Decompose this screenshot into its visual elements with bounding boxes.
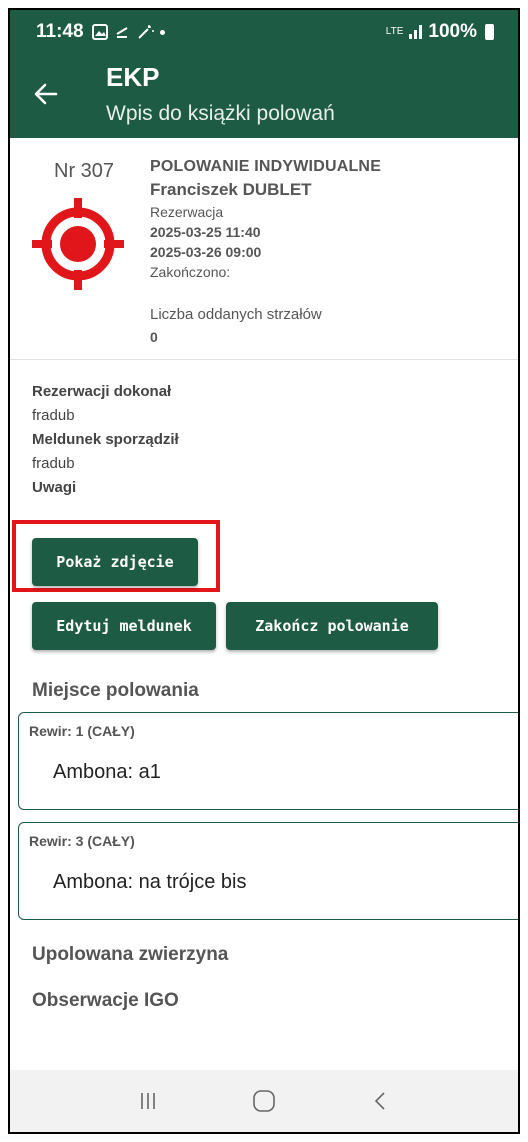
back-chevron-icon bbox=[374, 1092, 385, 1110]
phone-screen: 11:48 LTE 100% EKP Wpis do książki polow… bbox=[8, 8, 520, 1134]
ambona-label: Ambona: a1 bbox=[53, 761, 161, 783]
report-by-value: fradub bbox=[32, 455, 75, 472]
notes-label: Uwagi bbox=[32, 479, 77, 496]
hunt-details: Rezerwacji dokonał fradub Meldunek sporz… bbox=[32, 380, 179, 500]
status-bar: 11:48 LTE 100% bbox=[10, 10, 518, 54]
place-card[interactable]: Rewir: 3 (CAŁY) Ambona: na trójce bis bbox=[18, 822, 518, 920]
hunt-header: Nr 307 POLOWANIE INDYWIDUALNE Franciszek… bbox=[10, 138, 518, 360]
game-section-title[interactable]: Upolowana zwierzyna bbox=[32, 944, 228, 966]
dot-icon bbox=[159, 29, 165, 35]
target-icon bbox=[32, 198, 124, 290]
signal-icon bbox=[409, 25, 423, 39]
clock: 11:48 bbox=[36, 21, 84, 42]
edit-report-button[interactable]: Edytuj meldunek bbox=[32, 602, 216, 650]
rewir-label: Rewir: 1 (CAŁY) bbox=[29, 723, 135, 739]
back-arrow-icon[interactable] bbox=[32, 80, 60, 108]
rewir-label: Rewir: 3 (CAŁY) bbox=[29, 833, 135, 849]
show-photo-button[interactable]: Pokaż zdjęcie bbox=[32, 538, 198, 586]
reserved-by-value: fradub bbox=[32, 407, 75, 424]
app-subtitle: Wpis do książki polowań bbox=[106, 102, 335, 125]
end-hunt-button[interactable]: Zakończ polowanie bbox=[226, 602, 438, 650]
hunt-status: Rezerwacja bbox=[150, 204, 224, 220]
home-button[interactable] bbox=[244, 1081, 284, 1121]
places-title: Miejsce polowania bbox=[32, 680, 199, 701]
hunt-type: POLOWANIE INDYWIDUALNE bbox=[150, 158, 382, 175]
hunt-end: 2025-03-26 09:00 bbox=[150, 244, 262, 260]
back-button[interactable] bbox=[360, 1081, 400, 1121]
recents-button[interactable] bbox=[128, 1081, 168, 1121]
hunt-finished: Zakończono: bbox=[150, 264, 231, 280]
ambona-label: Ambona: na trójce bis bbox=[53, 871, 247, 893]
battery-icon bbox=[485, 24, 494, 40]
recents-icon bbox=[141, 1093, 155, 1109]
system-nav-bar bbox=[10, 1070, 518, 1132]
app-title: EKP bbox=[106, 62, 160, 92]
battery-level: 100% bbox=[428, 21, 477, 42]
hunter-name: Franciszek DUBLET bbox=[150, 180, 312, 199]
reserved-by-label: Rezerwacji dokonał bbox=[32, 383, 172, 400]
observations-section-title[interactable]: Obserwacje IGO bbox=[32, 990, 179, 1012]
report-by-label: Meldunek sporządził bbox=[32, 431, 179, 448]
hunt-number: Nr 307 bbox=[54, 160, 115, 182]
image-icon bbox=[91, 24, 108, 40]
hunt-info: POLOWANIE INDYWIDUALNE Franciszek DUBLET… bbox=[150, 158, 381, 345]
hunt-start: 2025-03-25 11:40 bbox=[150, 224, 261, 240]
wand-icon bbox=[137, 25, 154, 39]
app-bar: EKP Wpis do książki polowań bbox=[10, 54, 518, 138]
shots-value: 0 bbox=[150, 329, 158, 345]
shots-label: Liczba oddanych strzałów bbox=[150, 306, 322, 323]
download-icon bbox=[116, 27, 128, 38]
network-type: LTE bbox=[385, 26, 404, 37]
home-icon bbox=[253, 1090, 275, 1112]
place-card[interactable]: Rewir: 1 (CAŁY) Ambona: a1 bbox=[18, 712, 518, 810]
